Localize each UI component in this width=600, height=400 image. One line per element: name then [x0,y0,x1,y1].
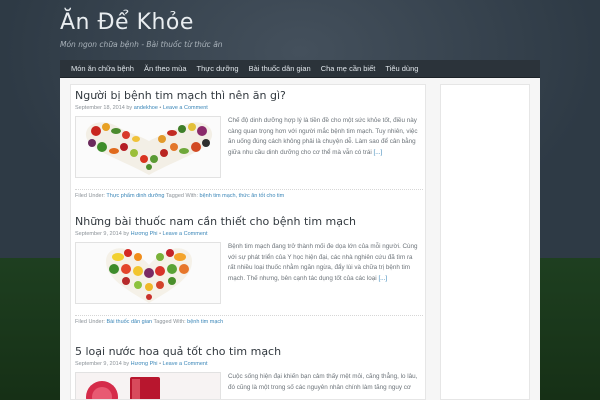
filed-under-label: Filed Under: [75,193,105,199]
fruit-heart-graphic [106,248,192,303]
post-date: September 9, 2014 [75,231,122,237]
post-author-link[interactable]: andekhoe [134,105,158,111]
site-description: Món ngon chữa bệnh - Bài thuốc từ thức ă… [60,40,223,49]
post-meta: September 18, 2014 by andekhoe • Leave a… [75,105,423,111]
post-footer: Filed Under: Thực phẩm dinh dưỡng Tagged… [75,189,423,199]
leave-comment-link[interactable]: Leave a Comment [163,361,208,367]
tag-links[interactable]: bệnh tim mạch [187,319,223,325]
post-author-link[interactable]: Hương Phi [131,361,158,367]
meta-separator: • [159,361,161,367]
main-nav: Món ăn chữa bệnh Ăn theo mùa Thực dưỡng … [60,60,540,78]
post-meta: September 9, 2014 by Hương Phi • Leave a… [75,231,423,237]
post-by: by [123,231,130,237]
tagged-with-label: Tagged With: [153,319,186,325]
excerpt-text: Cuộc sống hiện đại khiến bạn cảm thấy mệ… [228,373,418,391]
post-entry: 5 loại nước hoa quả tốt cho tim mạch Sep… [75,345,423,399]
fruit-heart-image[interactable] [75,242,221,304]
excerpt-text: Bệnh tim mạch đang trở thành mối đe dọa … [228,243,418,282]
post-entry: Những bài thuốc nam cần thiết cho bệnh t… [75,215,423,333]
tagged-with-label: Tagged With: [165,193,199,199]
nav-item-bai-thuoc-dan-gian[interactable]: Bài thuốc dân gian [244,64,316,73]
tag-links[interactable]: bệnh tim mạch, thức ăn tốt cho tim [200,193,285,199]
filed-under-label: Filed Under: [75,319,105,325]
nav-item-mon-an-chua-benh[interactable]: Món ăn chữa bệnh [66,64,139,73]
fruit-juice-graphic [76,373,220,399]
nav-item-an-theo-mua[interactable]: Ăn theo mùa [139,64,192,73]
fruit-juice-image[interactable] [75,372,221,399]
post-title[interactable]: 5 loại nước hoa quả tốt cho tim mạch [75,345,423,358]
meta-separator: • [159,231,161,237]
post-author-link[interactable]: Hương Phi [131,231,158,237]
post-by: by [123,361,130,367]
leave-comment-link[interactable]: Leave a Comment [163,231,208,237]
post-entry: Người bị bệnh tim mạch thì nên ăn gì? Se… [75,89,423,207]
nav-item-tieu-dung[interactable]: Tiêu dùng [380,64,423,73]
post-date: September 18, 2014 [75,105,125,111]
excerpt-text: Chế độ dinh dưỡng hợp lý là tiền đề cho … [228,117,418,156]
leave-comment-link[interactable]: Leave a Comment [163,105,208,111]
post-date: September 9, 2014 [75,361,122,367]
site-header: Ăn Để Khỏe Món ngon chữa bệnh - Bài thuố… [60,6,540,56]
vegetables-heart-graphic [85,122,213,175]
post-footer: Filed Under: Bài thuốc dân gian Tagged W… [75,315,423,325]
sidebar [440,84,530,400]
post-title[interactable]: Những bài thuốc nam cần thiết cho bệnh t… [75,215,423,228]
post-excerpt: Chế độ dinh dưỡng hợp lý là tiền đề cho … [228,116,420,158]
meta-separator: • [159,105,162,111]
nav-item-cha-me-can-biet[interactable]: Cha mẹ cần biết [316,64,381,73]
post-title[interactable]: Người bị bệnh tim mạch thì nên ăn gì? [75,89,423,102]
category-link[interactable]: Thực phẩm dinh dưỡng [106,193,164,199]
post-excerpt: Bệnh tim mạch đang trở thành mối đe dọa … [228,242,420,284]
site-title[interactable]: Ăn Để Khỏe [60,10,194,35]
post-excerpt: Cuộc sống hiện đại khiến bạn cảm thấy mệ… [228,372,420,393]
post-meta: September 9, 2014 by Hương Phi • Leave a… [75,361,423,367]
nav-item-thuc-duong[interactable]: Thực dưỡng [192,64,244,73]
read-more-link[interactable]: [...] [374,149,383,156]
vegetables-image[interactable] [75,116,221,178]
content-area: Người bị bệnh tim mạch thì nên ăn gì? Se… [60,78,540,400]
post-by: by [126,105,133,111]
category-link[interactable]: Bài thuốc dân gian [107,319,153,325]
read-more-link[interactable]: [...] [378,275,387,282]
main-column: Người bị bệnh tim mạch thì nên ăn gì? Se… [70,84,426,400]
